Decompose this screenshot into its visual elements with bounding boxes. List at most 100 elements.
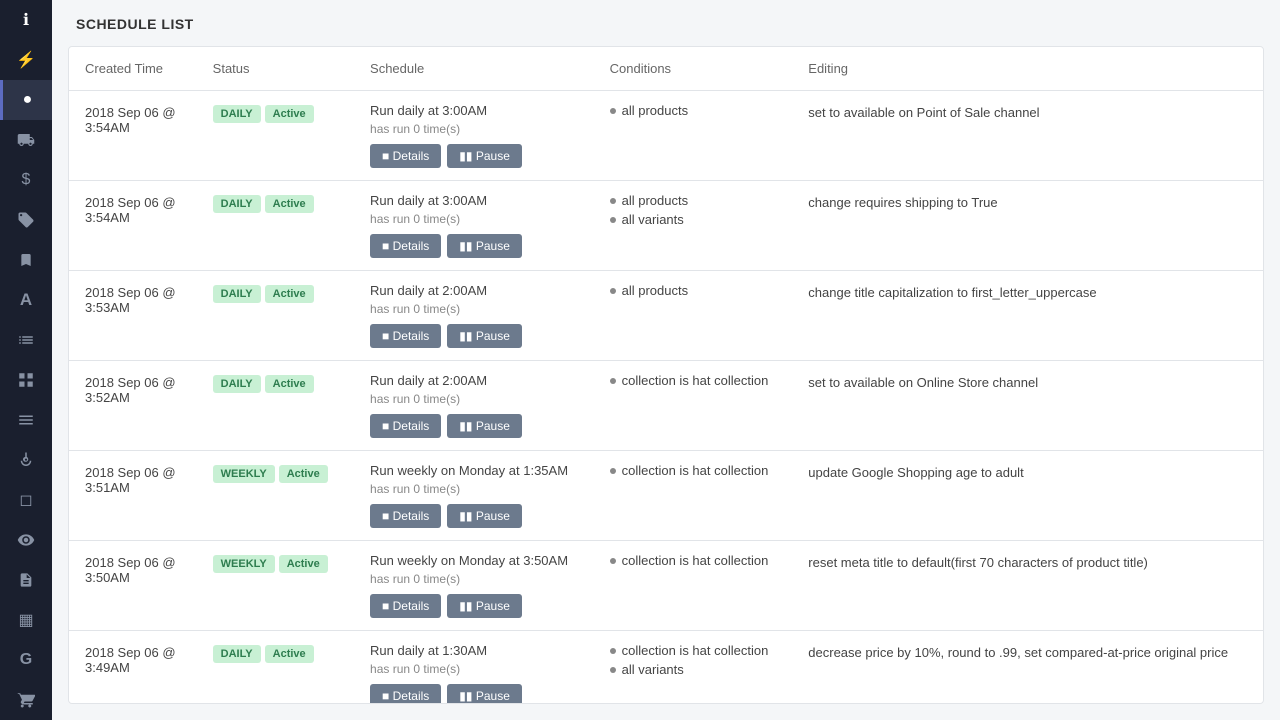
condition-item: collection is hat collection xyxy=(610,463,777,478)
pause-button[interactable]: ▮▮ Pause xyxy=(447,504,522,528)
condition-item: all products xyxy=(610,193,777,208)
editing-cell: set to available on Point of Sale channe… xyxy=(792,91,1263,181)
created-time-cell: 2018 Sep 06 @3:49AM xyxy=(69,631,197,705)
conditions-cell: all products xyxy=(594,271,793,361)
condition-item: all products xyxy=(610,283,777,298)
frequency-badge: WEEKLY xyxy=(213,465,275,483)
truck-icon[interactable] xyxy=(0,120,52,160)
status-cell: WEEKLYActive xyxy=(197,451,354,541)
schedule-icon[interactable]: ● xyxy=(0,80,52,120)
pause-button[interactable]: ▮▮ Pause xyxy=(447,684,522,704)
info-icon[interactable]: ℹ xyxy=(0,0,52,40)
eye-icon[interactable] xyxy=(0,520,52,560)
editing-cell: change requires shipping to True xyxy=(792,181,1263,271)
col-schedule: Schedule xyxy=(354,47,594,91)
condition-dot xyxy=(610,288,616,294)
barcode-icon[interactable]: ▦ xyxy=(0,600,52,640)
g-icon[interactable]: G xyxy=(0,640,52,680)
pause-button[interactable]: ▮▮ Pause xyxy=(447,594,522,618)
run-count: has run 0 time(s) xyxy=(370,392,578,406)
schedule-text: Run daily at 2:00AM xyxy=(370,283,578,298)
status-badge: Active xyxy=(279,465,328,483)
pause-button[interactable]: ▮▮ Pause xyxy=(447,234,522,258)
frequency-badge: DAILY xyxy=(213,105,261,123)
schedule-cell: Run daily at 3:00AMhas run 0 time(s)■ De… xyxy=(354,181,594,271)
schedule-cell: Run daily at 3:00AMhas run 0 time(s)■ De… xyxy=(354,91,594,181)
frequency-badge: DAILY xyxy=(213,285,261,303)
editing-cell: decrease price by 10%, round to .99, set… xyxy=(792,631,1263,705)
details-button[interactable]: ■ Details xyxy=(370,414,441,438)
condition-item: collection is hat collection xyxy=(610,553,777,568)
conditions-cell: all products all variants xyxy=(594,181,793,271)
document-icon[interactable] xyxy=(0,560,52,600)
table-row: 2018 Sep 06 @3:54AMDAILYActiveRun daily … xyxy=(69,181,1263,271)
frequency-badge: DAILY xyxy=(213,645,261,663)
condition-dot xyxy=(610,468,616,474)
table-row: 2018 Sep 06 @3:53AMDAILYActiveRun daily … xyxy=(69,271,1263,361)
list2-icon[interactable] xyxy=(0,400,52,440)
condition-item: collection is hat collection xyxy=(610,643,777,658)
status-cell: DAILYActive xyxy=(197,271,354,361)
box2-icon[interactable]: ◻ xyxy=(0,480,52,520)
details-button[interactable]: ■ Details xyxy=(370,144,441,168)
dollar-icon[interactable]: $ xyxy=(0,160,52,200)
schedule-text: Run daily at 1:30AM xyxy=(370,643,578,658)
status-cell: WEEKLYActive xyxy=(197,541,354,631)
action-buttons: ■ Details▮▮ Pause xyxy=(370,324,578,348)
details-button[interactable]: ■ Details xyxy=(370,504,441,528)
details-button[interactable]: ■ Details xyxy=(370,684,441,704)
tag-alt-icon[interactable] xyxy=(0,200,52,240)
condition-text: collection is hat collection xyxy=(622,463,769,478)
col-status: Status xyxy=(197,47,354,91)
run-count: has run 0 time(s) xyxy=(370,572,578,586)
page-header: SCHEDULE LIST xyxy=(52,0,1280,46)
status-cell: DAILYActive xyxy=(197,91,354,181)
action-buttons: ■ Details▮▮ Pause xyxy=(370,414,578,438)
status-badge: Active xyxy=(265,195,314,213)
schedule-table-container: Created Time Status Schedule Conditions … xyxy=(68,46,1264,704)
editing-cell: reset meta title to default(first 70 cha… xyxy=(792,541,1263,631)
table-header: Created Time Status Schedule Conditions … xyxy=(69,47,1263,91)
col-conditions: Conditions xyxy=(594,47,793,91)
frequency-badge: WEEKLY xyxy=(213,555,275,573)
sidebar: ℹ ⚡ ● $ A ◻ ▦ G xyxy=(0,0,52,720)
status-badge: Active xyxy=(279,555,328,573)
action-buttons: ■ Details ▮▮ Pause xyxy=(370,684,578,704)
created-time-cell: 2018 Sep 06 @3:54AM xyxy=(69,181,197,271)
pause-button[interactable]: ▮▮ Pause xyxy=(447,144,522,168)
created-time-cell: 2018 Sep 06 @3:54AM xyxy=(69,91,197,181)
schedule-cell: Run weekly on Monday at 1:35AMhas run 0 … xyxy=(354,451,594,541)
table-row: 2018 Sep 06 @3:52AMDAILYActiveRun daily … xyxy=(69,361,1263,451)
font-icon[interactable]: A xyxy=(0,280,52,320)
lightning-icon[interactable]: ⚡ xyxy=(0,40,52,80)
bookmark-icon[interactable] xyxy=(0,240,52,280)
conditions-cell: all products xyxy=(594,91,793,181)
balance-icon[interactable] xyxy=(0,440,52,480)
condition-item: all variants xyxy=(610,212,777,227)
pause-button[interactable]: ▮▮ Pause xyxy=(447,324,522,348)
condition-text: collection is hat collection xyxy=(622,553,769,568)
condition-dot xyxy=(610,558,616,564)
schedule-cell: Run daily at 2:00AMhas run 0 time(s)■ De… xyxy=(354,271,594,361)
schedule-cell: Run daily at 2:00AMhas run 0 time(s)■ De… xyxy=(354,361,594,451)
schedule-text: Run daily at 3:00AM xyxy=(370,103,578,118)
cart-icon[interactable] xyxy=(0,680,52,720)
chart-icon[interactable] xyxy=(0,320,52,360)
created-time-cell: 2018 Sep 06 @3:52AM xyxy=(69,361,197,451)
pause-button[interactable]: ▮▮ Pause xyxy=(447,414,522,438)
created-time-cell: 2018 Sep 06 @3:51AM xyxy=(69,451,197,541)
created-time-cell: 2018 Sep 06 @3:50AM xyxy=(69,541,197,631)
action-buttons: ■ Details▮▮ Pause xyxy=(370,234,578,258)
condition-item: collection is hat collection xyxy=(610,373,777,388)
grid-icon[interactable] xyxy=(0,360,52,400)
condition-text: all products xyxy=(622,283,688,298)
table-row: 2018 Sep 06 @3:49AMDAILYActiveRun daily … xyxy=(69,631,1263,705)
run-count: has run 0 time(s) xyxy=(370,482,578,496)
schedule-cell: Run weekly on Monday at 3:50AMhas run 0 … xyxy=(354,541,594,631)
schedule-cell: Run daily at 1:30AMhas run 0 time(s)■ De… xyxy=(354,631,594,705)
details-button[interactable]: ■ Details xyxy=(370,594,441,618)
details-button[interactable]: ■ Details xyxy=(370,234,441,258)
editing-cell: set to available on Online Store channel xyxy=(792,361,1263,451)
details-button[interactable]: ■ Details xyxy=(370,324,441,348)
status-cell: DAILYActive xyxy=(197,361,354,451)
